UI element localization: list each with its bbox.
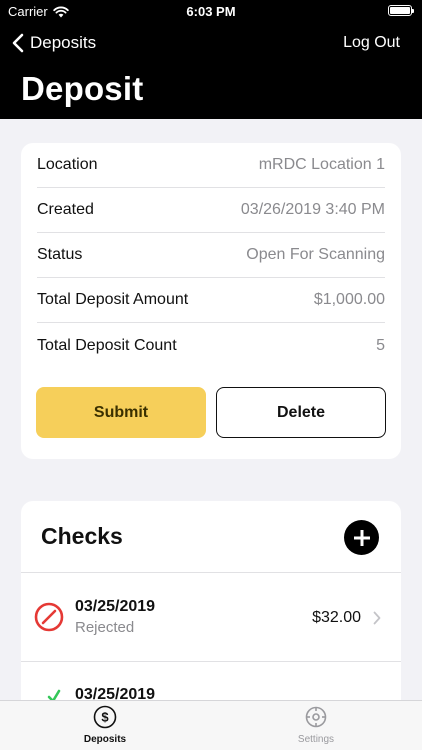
detail-label: Location [37,156,98,173]
check-date: 03/25/2019 [75,598,156,615]
gear-icon [305,706,327,728]
deposit-details-card: Location mRDC Location 1 Created 03/26/2… [21,143,401,459]
dollar-circle-icon: $ [93,705,117,729]
check-status: Rejected [75,619,135,636]
svg-text:$: $ [101,710,109,725]
submit-button[interactable]: Submit [36,387,206,438]
status-bar: Carrier 6:03 PM [0,0,422,22]
page-title: Deposit [21,70,144,107]
chevron-left-icon [12,33,24,53]
detail-value: 5 [376,336,385,354]
detail-row-total-amount: Total Deposit Amount $1,000.00 [37,278,385,323]
detail-row-status: Status Open For Scanning [37,233,385,278]
detail-label: Total Deposit Amount [37,291,189,308]
navigation-header: Carrier 6:03 PM Deposits Log Out Deposit [0,0,422,119]
chevron-right-icon [373,611,381,625]
add-check-button[interactable] [344,520,379,555]
battery-icon [388,5,414,16]
rejected-icon [34,602,64,632]
status-time: 6:03 PM [186,4,236,19]
detail-label: Status [37,246,83,263]
detail-label: Total Deposit Count [37,336,177,354]
detail-value: $1,000.00 [313,291,385,308]
delete-button[interactable]: Delete [216,387,386,438]
detail-value: mRDC Location 1 [258,156,385,173]
detail-value: Open For Scanning [246,246,385,263]
back-button[interactable]: Deposits [12,33,96,53]
check-list-item[interactable]: 03/25/2019 Rejected $32.00 [21,573,401,663]
back-button-label: Deposits [30,33,97,52]
tab-settings[interactable]: Settings [256,705,376,745]
tab-label: Settings [297,734,335,745]
detail-row-total-count: Total Deposit Count 5 [37,323,385,368]
logout-button[interactable]: Log Out [343,34,400,52]
tab-deposits[interactable]: $ Deposits [45,705,165,745]
tab-label: Deposits [83,734,127,745]
detail-label: Created [37,201,94,218]
checks-title: Checks [41,523,123,549]
detail-value: 03/26/2019 3:40 PM [240,201,385,218]
detail-row-created: Created 03/26/2019 3:40 PM [37,188,385,233]
detail-row-location: Location mRDC Location 1 [37,143,385,188]
check-amount: $32.00 [312,609,361,626]
tab-bar: $ Deposits Settings [0,700,422,750]
